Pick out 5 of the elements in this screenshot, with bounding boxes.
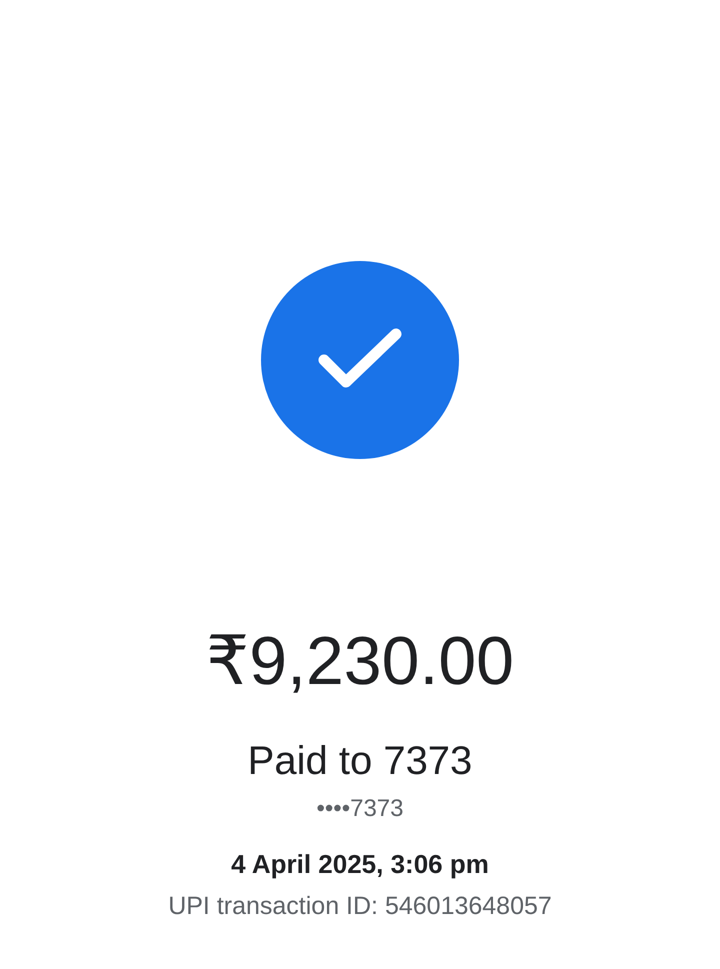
- payment-amount: ₹9,230.00: [206, 627, 514, 695]
- account-number: ••••7373: [316, 797, 404, 821]
- transaction-id: UPI transaction ID: 546013648057: [168, 894, 552, 919]
- payment-datetime: 4 April 2025, 3:06 pm: [231, 851, 489, 877]
- payee-label: Paid to 7373: [248, 741, 472, 781]
